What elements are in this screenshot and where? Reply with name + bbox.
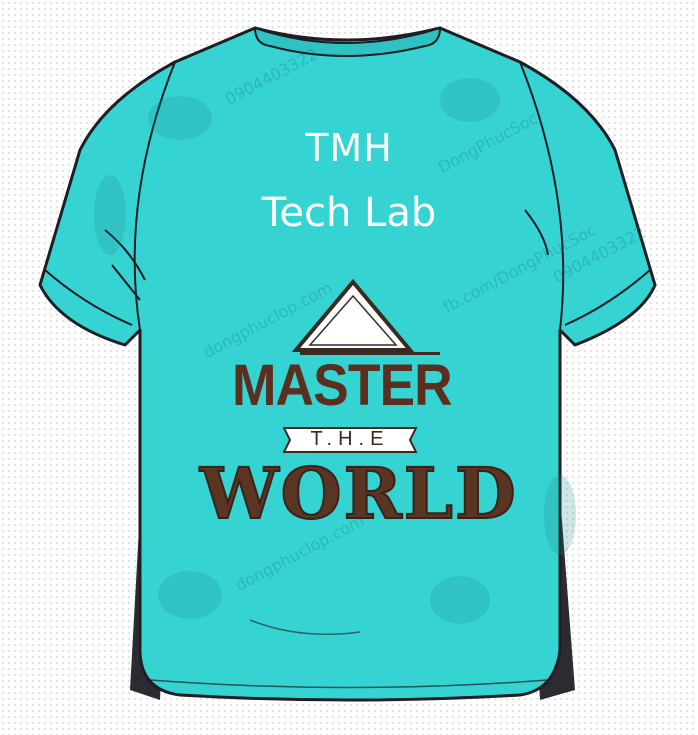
slogan-world: WORLD [199, 451, 518, 536]
team-name-line2: Tech Lab [261, 190, 437, 236]
slogan-master: MASTER [232, 353, 453, 418]
team-name-line1: TMH [305, 126, 393, 170]
slogan-the: T.H.E [310, 428, 390, 450]
tshirt-mockup: 0904403322 DongPhucSoc dongphuclop.com f… [0, 0, 698, 735]
